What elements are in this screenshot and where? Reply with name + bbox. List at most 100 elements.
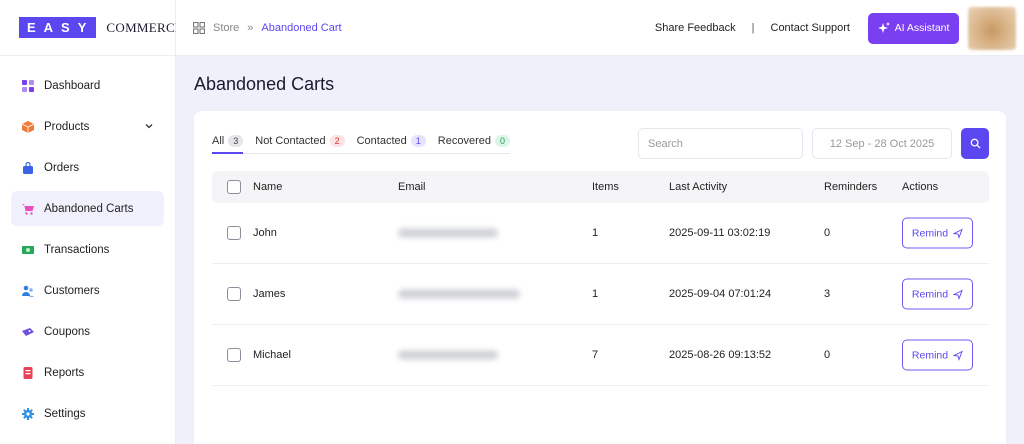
sidebar-item-label: Abandoned Carts xyxy=(44,202,134,215)
date-range-picker[interactable]: 12 Sep - 28 Oct 2025 xyxy=(812,128,952,159)
table-row: John 1 2025-09-11 03:02:19 0 Remind xyxy=(212,203,989,264)
sidebar-item-label: Orders xyxy=(44,161,80,174)
row-checkbox[interactable] xyxy=(227,226,241,240)
report-icon xyxy=(23,366,33,379)
sidebar-item-coupons[interactable]: Coupons xyxy=(11,314,164,349)
remind-button[interactable]: Remind xyxy=(902,278,973,310)
tab-not-contacted[interactable]: Not Contacted 2 xyxy=(255,135,345,147)
dashboard-icon xyxy=(22,79,34,92)
avatar[interactable] xyxy=(968,6,1016,50)
tab-label: All xyxy=(212,135,225,147)
select-all-checkbox[interactable] xyxy=(227,180,241,194)
breadcrumb-separator: » xyxy=(247,21,254,34)
header-name: Name xyxy=(253,181,283,193)
ai-assistant-button[interactable]: AI Assistant xyxy=(868,12,959,44)
breadcrumb-current: Abandoned Cart xyxy=(261,21,342,34)
email-redacted xyxy=(398,350,498,360)
send-icon xyxy=(953,228,963,238)
ticket-icon xyxy=(22,327,34,336)
sidebar-item-products[interactable]: Products xyxy=(11,109,164,144)
sidebar-nav: Dashboard Products Orders Abandoned Cart… xyxy=(11,68,164,437)
header-actions: Share Feedback | Contact Support AI Assi… xyxy=(655,0,1016,56)
tab-label: Not Contacted xyxy=(255,135,326,147)
count-badge: 0 xyxy=(494,135,510,147)
sidebar-item-dashboard[interactable]: Dashboard xyxy=(11,68,164,103)
remind-button[interactable]: Remind xyxy=(902,339,973,371)
search-input[interactable] xyxy=(638,128,803,159)
customer-name: Michael xyxy=(253,349,291,361)
reminders-count: 3 xyxy=(824,288,831,300)
reminders-count: 0 xyxy=(824,227,831,239)
header-items: Items xyxy=(592,181,619,193)
remind-label: Remind xyxy=(911,227,949,239)
bag-icon xyxy=(23,161,33,174)
sidebar-item-orders[interactable]: Orders xyxy=(11,150,164,185)
ai-assistant-label: AI Assistant xyxy=(894,22,950,34)
table-header: Name Email Items Last Activity Reminders… xyxy=(212,171,989,203)
sidebar-item-label: Settings xyxy=(44,407,86,420)
sidebar-item-label: Customers xyxy=(44,284,100,297)
users-icon xyxy=(22,285,34,297)
cash-icon xyxy=(22,245,34,254)
header-email: Email xyxy=(398,181,426,193)
count-badge: 3 xyxy=(228,135,244,147)
sidebar-item-label: Products xyxy=(44,120,90,133)
remind-label: Remind xyxy=(911,349,949,361)
sidebar-item-transactions[interactable]: Transactions xyxy=(11,232,164,267)
remind-button[interactable]: Remind xyxy=(902,217,973,249)
sidebar: EASY COMMERCE Dashboard Products Orders … xyxy=(0,0,183,444)
remind-label: Remind xyxy=(911,288,949,300)
header-last-activity: Last Activity xyxy=(669,181,728,193)
cart-icon xyxy=(22,203,34,215)
logo[interactable]: EASY COMMERCE xyxy=(0,0,183,56)
send-icon xyxy=(953,350,963,360)
table-row: Michael 7 2025-08-26 09:13:52 0 Remind xyxy=(212,325,989,386)
contact-support-link[interactable]: Contact Support xyxy=(771,22,851,34)
tab-recovered[interactable]: Recovered 0 xyxy=(438,135,510,147)
sidebar-item-label: Transactions xyxy=(44,243,110,256)
sidebar-item-abandoned-carts[interactable]: Abandoned Carts xyxy=(11,191,164,226)
grid-icon xyxy=(193,21,205,34)
email-redacted xyxy=(398,289,520,299)
carts-card: All 3 Not Contacted 2 Contacted 1 Recove… xyxy=(194,111,1006,444)
chevron-down-icon[interactable] xyxy=(144,121,154,131)
customer-name: James xyxy=(253,288,286,300)
sidebar-item-label: Coupons xyxy=(44,325,91,338)
topbar: Store » Abandoned Cart Share Feedback | … xyxy=(176,0,1024,56)
box-icon xyxy=(22,120,34,133)
gear-icon xyxy=(22,407,34,420)
row-checkbox[interactable] xyxy=(227,348,241,362)
items-count: 1 xyxy=(592,288,599,300)
items-count: 7 xyxy=(592,349,599,361)
count-badge: 1 xyxy=(410,135,426,147)
page-title: Abandoned Carts xyxy=(194,74,335,94)
reminders-count: 0 xyxy=(824,349,831,361)
email-redacted xyxy=(398,228,498,238)
customer-name: John xyxy=(253,227,277,239)
breadcrumb: Store » Abandoned Cart xyxy=(193,21,342,34)
sidebar-item-settings[interactable]: Settings xyxy=(11,396,164,431)
header-divider: | xyxy=(751,22,755,34)
sidebar-item-label: Dashboard xyxy=(44,79,101,92)
search-icon xyxy=(970,138,981,149)
share-feedback-link[interactable]: Share Feedback xyxy=(655,22,736,34)
carts-table: Name Email Items Last Activity Reminders… xyxy=(212,171,989,386)
logo-mark: EASY xyxy=(19,17,97,38)
tab-contacted[interactable]: Contacted 1 xyxy=(357,135,426,147)
sidebar-item-customers[interactable]: Customers xyxy=(11,273,164,308)
logo-text: COMMERCE xyxy=(106,19,184,35)
header-actions: Actions xyxy=(902,181,939,193)
last-activity: 2025-09-04 07:01:24 xyxy=(669,288,772,300)
header-reminders: Reminders xyxy=(824,181,878,193)
sidebar-item-reports[interactable]: Reports xyxy=(11,355,164,390)
search-button[interactable] xyxy=(961,128,989,159)
tab-label: Contacted xyxy=(356,135,407,147)
tab-all[interactable]: All 3 xyxy=(212,135,244,154)
last-activity: 2025-08-26 09:13:52 xyxy=(669,349,772,361)
breadcrumb-store[interactable]: Store xyxy=(213,22,239,34)
row-checkbox[interactable] xyxy=(227,287,241,301)
tab-label: Recovered xyxy=(437,135,491,147)
items-count: 1 xyxy=(592,227,599,239)
filter-tabs: All 3 Not Contacted 2 Contacted 1 Recove… xyxy=(212,135,510,154)
last-activity: 2025-09-11 03:02:19 xyxy=(669,227,771,239)
